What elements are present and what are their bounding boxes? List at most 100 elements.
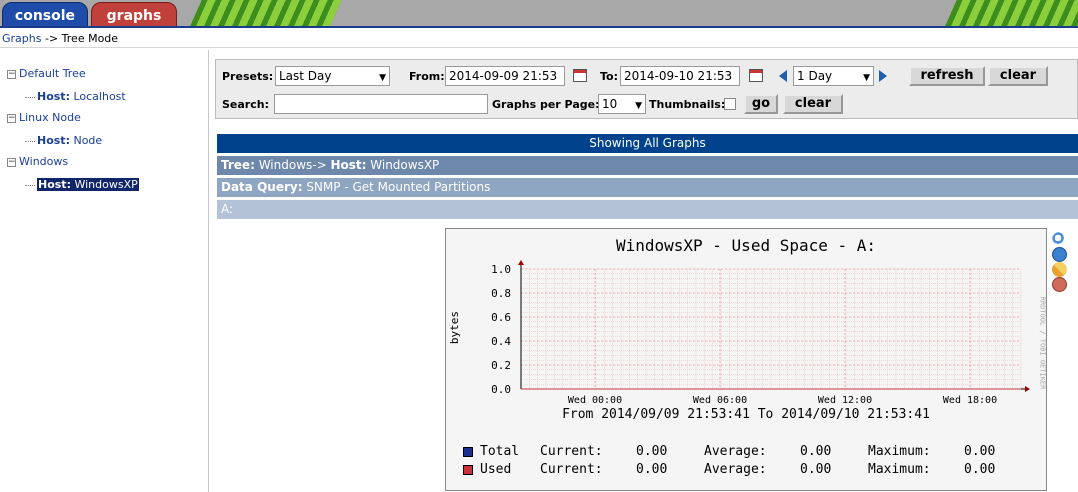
to-value: 2014-09-10 21:53	[624, 69, 733, 83]
banner-stripe-decoration	[938, 0, 1078, 26]
stat-value: 0.00	[636, 444, 668, 459]
x-tick-label: Wed 00:00	[568, 395, 622, 406]
y-tick-label: 0.2	[491, 359, 511, 372]
timespan-value: 1 Day	[797, 69, 833, 83]
edit-icon[interactable]	[1052, 262, 1067, 277]
y-tick-label: 0.8	[491, 287, 511, 300]
data-query-label: Data Query:	[221, 180, 303, 194]
collapse-icon[interactable]: −	[7, 113, 16, 123]
graphs-per-page-label: Graphs per Page:	[492, 98, 600, 111]
stat-label: Current:	[540, 462, 603, 477]
from-label: From:	[409, 70, 445, 83]
legend-name: Total	[480, 444, 520, 459]
host-prefix: Host:	[37, 134, 70, 147]
from-input[interactable]: 2014-09-09 21:53	[445, 66, 565, 86]
graphs-per-page-value: 10	[602, 97, 618, 111]
search-label: Search:	[222, 98, 269, 111]
stat-value: 0.00	[800, 444, 832, 459]
host-prefix: Host:	[37, 90, 70, 103]
clear-button[interactable]: clear	[988, 66, 1048, 86]
tree-connector	[25, 140, 35, 142]
shift-right-arrow-icon[interactable]	[879, 70, 887, 82]
to-input[interactable]: 2014-09-10 21:53	[620, 66, 740, 86]
breadcrumb-separator: ->	[41, 32, 62, 45]
tree-host-bar: Tree: Windows-> Host: WindowsXP	[217, 156, 1078, 175]
item-label: A:	[221, 202, 234, 216]
from-value: 2014-09-09 21:53	[449, 69, 558, 83]
tree-node-label[interactable]: Default Tree	[19, 67, 86, 80]
graphs-per-page-select[interactable]: 10 ▼	[598, 94, 646, 114]
calendar-icon[interactable]	[749, 69, 763, 82]
y-tick-label: 0.6	[491, 311, 511, 324]
y-tick-label: 1.0	[491, 263, 511, 276]
showing-all-graphs-bar: Showing All Graphs	[217, 134, 1078, 153]
thumbnails-label: Thumbnails:	[649, 98, 726, 111]
collapse-icon[interactable]: −	[7, 69, 16, 79]
host-name[interactable]: Localhost	[73, 90, 125, 103]
graph-title: WindowsXP - Used Space - A:	[615, 236, 877, 255]
tree-node-label[interactable]: Windows	[19, 155, 68, 168]
up-arrow-icon[interactable]	[1052, 277, 1067, 292]
filter-panel: Presets: Last Day ▼ From: 2014-09-09 21:5…	[215, 59, 1078, 119]
tree-host-windowsxp[interactable]: Host: WindowsXP	[25, 178, 139, 191]
tab-graphs[interactable]: graphs	[91, 2, 177, 26]
host-name[interactable]: WindowsXP	[74, 178, 137, 191]
clear-filter-button[interactable]: clear	[783, 94, 843, 114]
breadcrumb-graphs-link[interactable]: Graphs	[2, 32, 41, 45]
tree-connector	[25, 96, 35, 98]
tree-value: Windows->	[254, 158, 331, 172]
stat-value: 0.00	[800, 462, 832, 477]
stat-label: Average:	[704, 462, 767, 477]
breadcrumb: Graphs -> Tree Mode	[0, 30, 1078, 48]
search-input[interactable]	[274, 94, 488, 114]
timespan-select[interactable]: 1 Day ▼	[793, 66, 874, 86]
y-axis-arrow	[518, 260, 524, 265]
top-banner: console graphs	[0, 0, 1078, 28]
zoom-icon[interactable]	[1052, 232, 1067, 247]
host-value: WindowsXP	[366, 158, 440, 172]
chevron-down-icon: ▼	[635, 101, 642, 111]
tree-host-node[interactable]: Host: Node	[25, 134, 102, 147]
tree-node-windows[interactable]: − Windows	[7, 155, 68, 168]
download-icon[interactable]	[1052, 247, 1067, 262]
rrd-graph[interactable]: WindowsXP - Used Space - A: bytes RRDTOO…	[445, 228, 1047, 491]
stat-value: 0.00	[636, 462, 668, 477]
refresh-button[interactable]: refresh	[909, 66, 985, 86]
go-button[interactable]: go	[744, 94, 778, 114]
shift-left-arrow-icon[interactable]	[779, 70, 787, 82]
graph-tree: − Default Tree Host: Localhost − Linux Nod…	[0, 50, 209, 492]
stat-label: Current:	[540, 444, 603, 459]
chevron-down-icon: ▼	[379, 73, 386, 83]
legend-swatch	[463, 465, 473, 475]
stat-label: Maximum:	[868, 462, 931, 477]
breadcrumb-current: Tree Mode	[61, 32, 119, 45]
x-axis-arrow	[1025, 386, 1030, 392]
y-tick-label: 0.0	[491, 383, 511, 396]
presets-label: Presets:	[222, 70, 274, 83]
item-bar: A:	[217, 200, 1078, 219]
tree-connector	[25, 184, 35, 186]
stat-label: Average:	[704, 444, 767, 459]
tree-node-label[interactable]: Linux Node	[19, 111, 81, 124]
stat-label: Maximum:	[868, 444, 931, 459]
tree-node-default-tree[interactable]: − Default Tree	[7, 67, 86, 80]
y-tick-label: 0.4	[491, 335, 511, 348]
data-query-value: SNMP - Get Mounted Partitions	[302, 180, 491, 194]
host-prefix: Host:	[38, 178, 71, 191]
x-tick-label: Wed 18:00	[943, 395, 997, 406]
data-query-bar: Data Query: SNMP - Get Mounted Partition…	[217, 178, 1078, 197]
calendar-icon[interactable]	[573, 69, 587, 82]
presets-value: Last Day	[279, 69, 332, 83]
tree-label: Tree:	[221, 158, 255, 172]
x-tick-label: Wed 06:00	[693, 395, 747, 406]
x-tick-label: Wed 12:00	[818, 395, 872, 406]
tree-node-linux-node[interactable]: − Linux Node	[7, 111, 81, 124]
thumbnails-checkbox[interactable]	[724, 98, 736, 110]
tab-console[interactable]: console	[2, 2, 88, 26]
collapse-icon[interactable]: −	[7, 157, 16, 167]
time-range-text: From 2014/09/09 21:53:41 To 2014/09/10 2…	[562, 407, 930, 422]
presets-select[interactable]: Last Day ▼	[275, 66, 390, 86]
tree-host-localhost[interactable]: Host: Localhost	[25, 90, 126, 103]
host-name[interactable]: Node	[73, 134, 102, 147]
legend-name: Used	[480, 462, 512, 477]
